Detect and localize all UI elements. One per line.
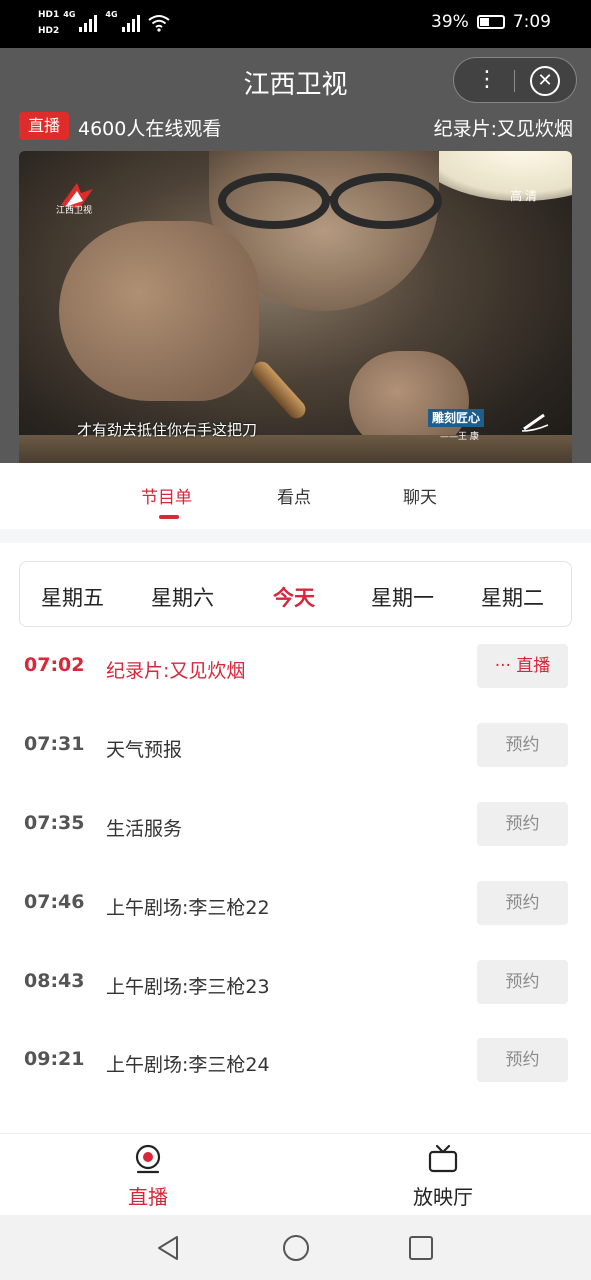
video-subtitle: 才有劲去抵住你右手这把刀 <box>77 421 258 439</box>
battery-icon <box>476 15 505 29</box>
hd1-label: HD1 <box>38 10 60 20</box>
tab-highlights[interactable]: 看点 <box>277 483 311 508</box>
tab-indicator <box>159 515 179 519</box>
day-monday[interactable]: 星期一 <box>371 582 434 612</box>
program-title: 纪录片:又见炊烟 <box>106 660 246 682</box>
section-divider <box>0 529 591 543</box>
network-type-1: 4G <box>63 10 76 19</box>
channel-logo-text: 江西卫视 <box>56 206 93 216</box>
status-bar: HD1 HD2 4G 4G 39% 7:09 <box>0 0 591 48</box>
video-player[interactable]: 江西卫视 高清 才有劲去抵住你右手这把刀 雕刻匠心 ——王 康 <box>19 151 572 463</box>
bottom-nav: 直播 放映厅 <box>0 1133 591 1215</box>
schedule-row: 08:43 上午剧场:李三枪23 预约 <box>0 960 591 1039</box>
back-icon[interactable] <box>153 1233 183 1263</box>
program-title: 天气预报 <box>106 739 183 761</box>
program-time: 07:02 <box>24 654 85 676</box>
home-icon[interactable] <box>281 1233 311 1263</box>
mini-program-capsule: ⋮ ✕ <box>453 57 577 103</box>
video-hand <box>59 221 259 401</box>
schedule-row: 09:21 上午剧场:李三枪24 预约 <box>0 1038 591 1117</box>
show-badge: 雕刻匠心 ——王 康 <box>428 409 550 443</box>
program-title: 上午剧场:李三枪22 <box>106 897 270 919</box>
wifi-icon <box>147 15 170 32</box>
content-tabs: 节目单 看点 聊天 <box>0 463 591 529</box>
reserve-button[interactable]: 预约 <box>477 802 568 846</box>
recents-icon[interactable] <box>406 1233 436 1263</box>
schedule-row: 07:46 上午剧场:李三枪22 预约 <box>0 881 591 960</box>
program-time: 07:31 <box>24 733 85 755</box>
tab-chat[interactable]: 聊天 <box>403 483 437 508</box>
live-button[interactable]: ··· 直播 <box>477 644 568 688</box>
schedule-row: 07:31 天气预报 预约 <box>0 723 591 802</box>
battery-percent: 39% <box>431 12 469 32</box>
player-header: 江西卫视 ⋮ ✕ 直播 4600人在线观看 纪录片:又见炊烟 江西卫视 高清 才… <box>0 48 591 463</box>
video-carving-tool <box>248 357 310 423</box>
network-type-2: 4G <box>105 10 118 19</box>
reserve-button[interactable]: 预约 <box>477 723 568 767</box>
day-today[interactable]: 今天 <box>273 582 315 612</box>
video-glasses <box>218 173 442 229</box>
show-badge-title: 雕刻匠心 <box>428 409 485 427</box>
signal-area: HD1 HD2 4G 4G <box>38 10 170 36</box>
more-icon[interactable]: ⋮ <box>476 68 498 94</box>
program-title: 上午剧场:李三枪23 <box>106 976 270 998</box>
day-selector: 星期五 星期六 今天 星期一 星期二 <box>19 561 572 627</box>
now-playing-title: 纪录片:又见炊烟 <box>433 118 573 140</box>
nav-live[interactable]: 直播 <box>68 1134 228 1216</box>
schedule-row: 07:02 纪录片:又见炊烟 ··· 直播 <box>0 644 591 723</box>
capsule-divider <box>514 70 515 92</box>
program-time: 07:35 <box>24 812 85 834</box>
program-time: 08:43 <box>24 970 85 992</box>
live-icon <box>135 1144 161 1174</box>
live-badge: 直播 <box>19 112 70 140</box>
nav-cinema-label: 放映厅 <box>413 1185 473 1209</box>
day-friday[interactable]: 星期五 <box>41 582 104 612</box>
nav-live-label: 直播 <box>128 1185 168 1209</box>
reserve-button[interactable]: 预约 <box>477 960 568 1004</box>
program-time: 07:46 <box>24 891 85 913</box>
schedule-row: 07:35 生活服务 预约 <box>0 802 591 881</box>
viewer-count: 4600人在线观看 <box>78 118 222 140</box>
close-icon[interactable]: ✕ <box>530 66 560 96</box>
day-saturday[interactable]: 星期六 <box>151 582 214 612</box>
system-nav-bar <box>0 1215 591 1280</box>
program-time: 09:21 <box>24 1048 85 1070</box>
clock: 7:09 <box>512 12 551 32</box>
quality-label[interactable]: 高清 <box>510 187 540 204</box>
show-badge-host: ——王 康 <box>440 432 479 442</box>
reserve-button[interactable]: 预约 <box>477 1038 568 1082</box>
day-tuesday[interactable]: 星期二 <box>481 582 544 612</box>
carving-pen-icon <box>521 413 549 432</box>
nav-cinema[interactable]: 放映厅 <box>363 1134 523 1216</box>
tab-schedule[interactable]: 节目单 <box>141 483 192 508</box>
signal-icon-2 <box>121 14 140 32</box>
reserve-button[interactable]: 预约 <box>477 881 568 925</box>
signal-icon <box>79 14 98 32</box>
program-title: 生活服务 <box>106 818 183 840</box>
program-title: 上午剧场:李三枪24 <box>106 1054 270 1076</box>
hd2-label: HD2 <box>38 26 60 36</box>
tv-icon <box>428 1144 458 1173</box>
